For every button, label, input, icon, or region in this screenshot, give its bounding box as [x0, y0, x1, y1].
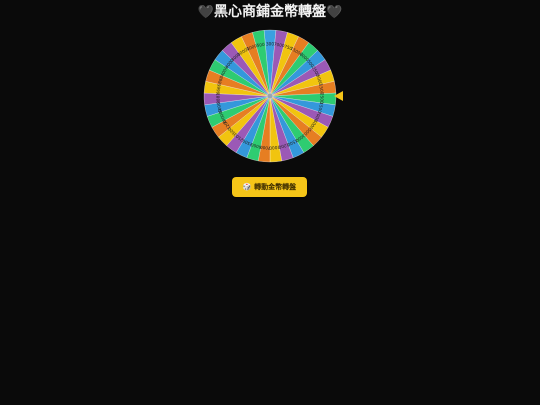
spin-wheel-button[interactable]: 🎲 轉動金幣轉盤: [232, 177, 307, 197]
dice-icon: 🎲: [242, 183, 252, 191]
spin-wheel-button-label: 轉動金幣轉盤: [254, 183, 297, 191]
wheel-pointer-icon: [334, 91, 343, 101]
wheel-hub: [267, 93, 273, 99]
page-title-text: 黑心商鋪金幣轉盤: [214, 4, 326, 20]
page-title: 🖤黑心商鋪金幣轉盤🖤: [0, 2, 540, 23]
black-heart-icon: 🖤: [326, 5, 343, 20]
prize-wheel-graphic: 300 7000750150009000500250050001500250015…: [203, 29, 337, 163]
black-heart-icon: 🖤: [197, 5, 214, 20]
wheel-page: 🖤黑心商鋪金幣轉盤🖤 300 7000 750 15000 9000 500 2500 500…: [0, 0, 540, 405]
prize-wheel[interactable]: 300 7000 750 15000 9000 500 2500 5000 1500 2500 15…: [202, 28, 338, 164]
